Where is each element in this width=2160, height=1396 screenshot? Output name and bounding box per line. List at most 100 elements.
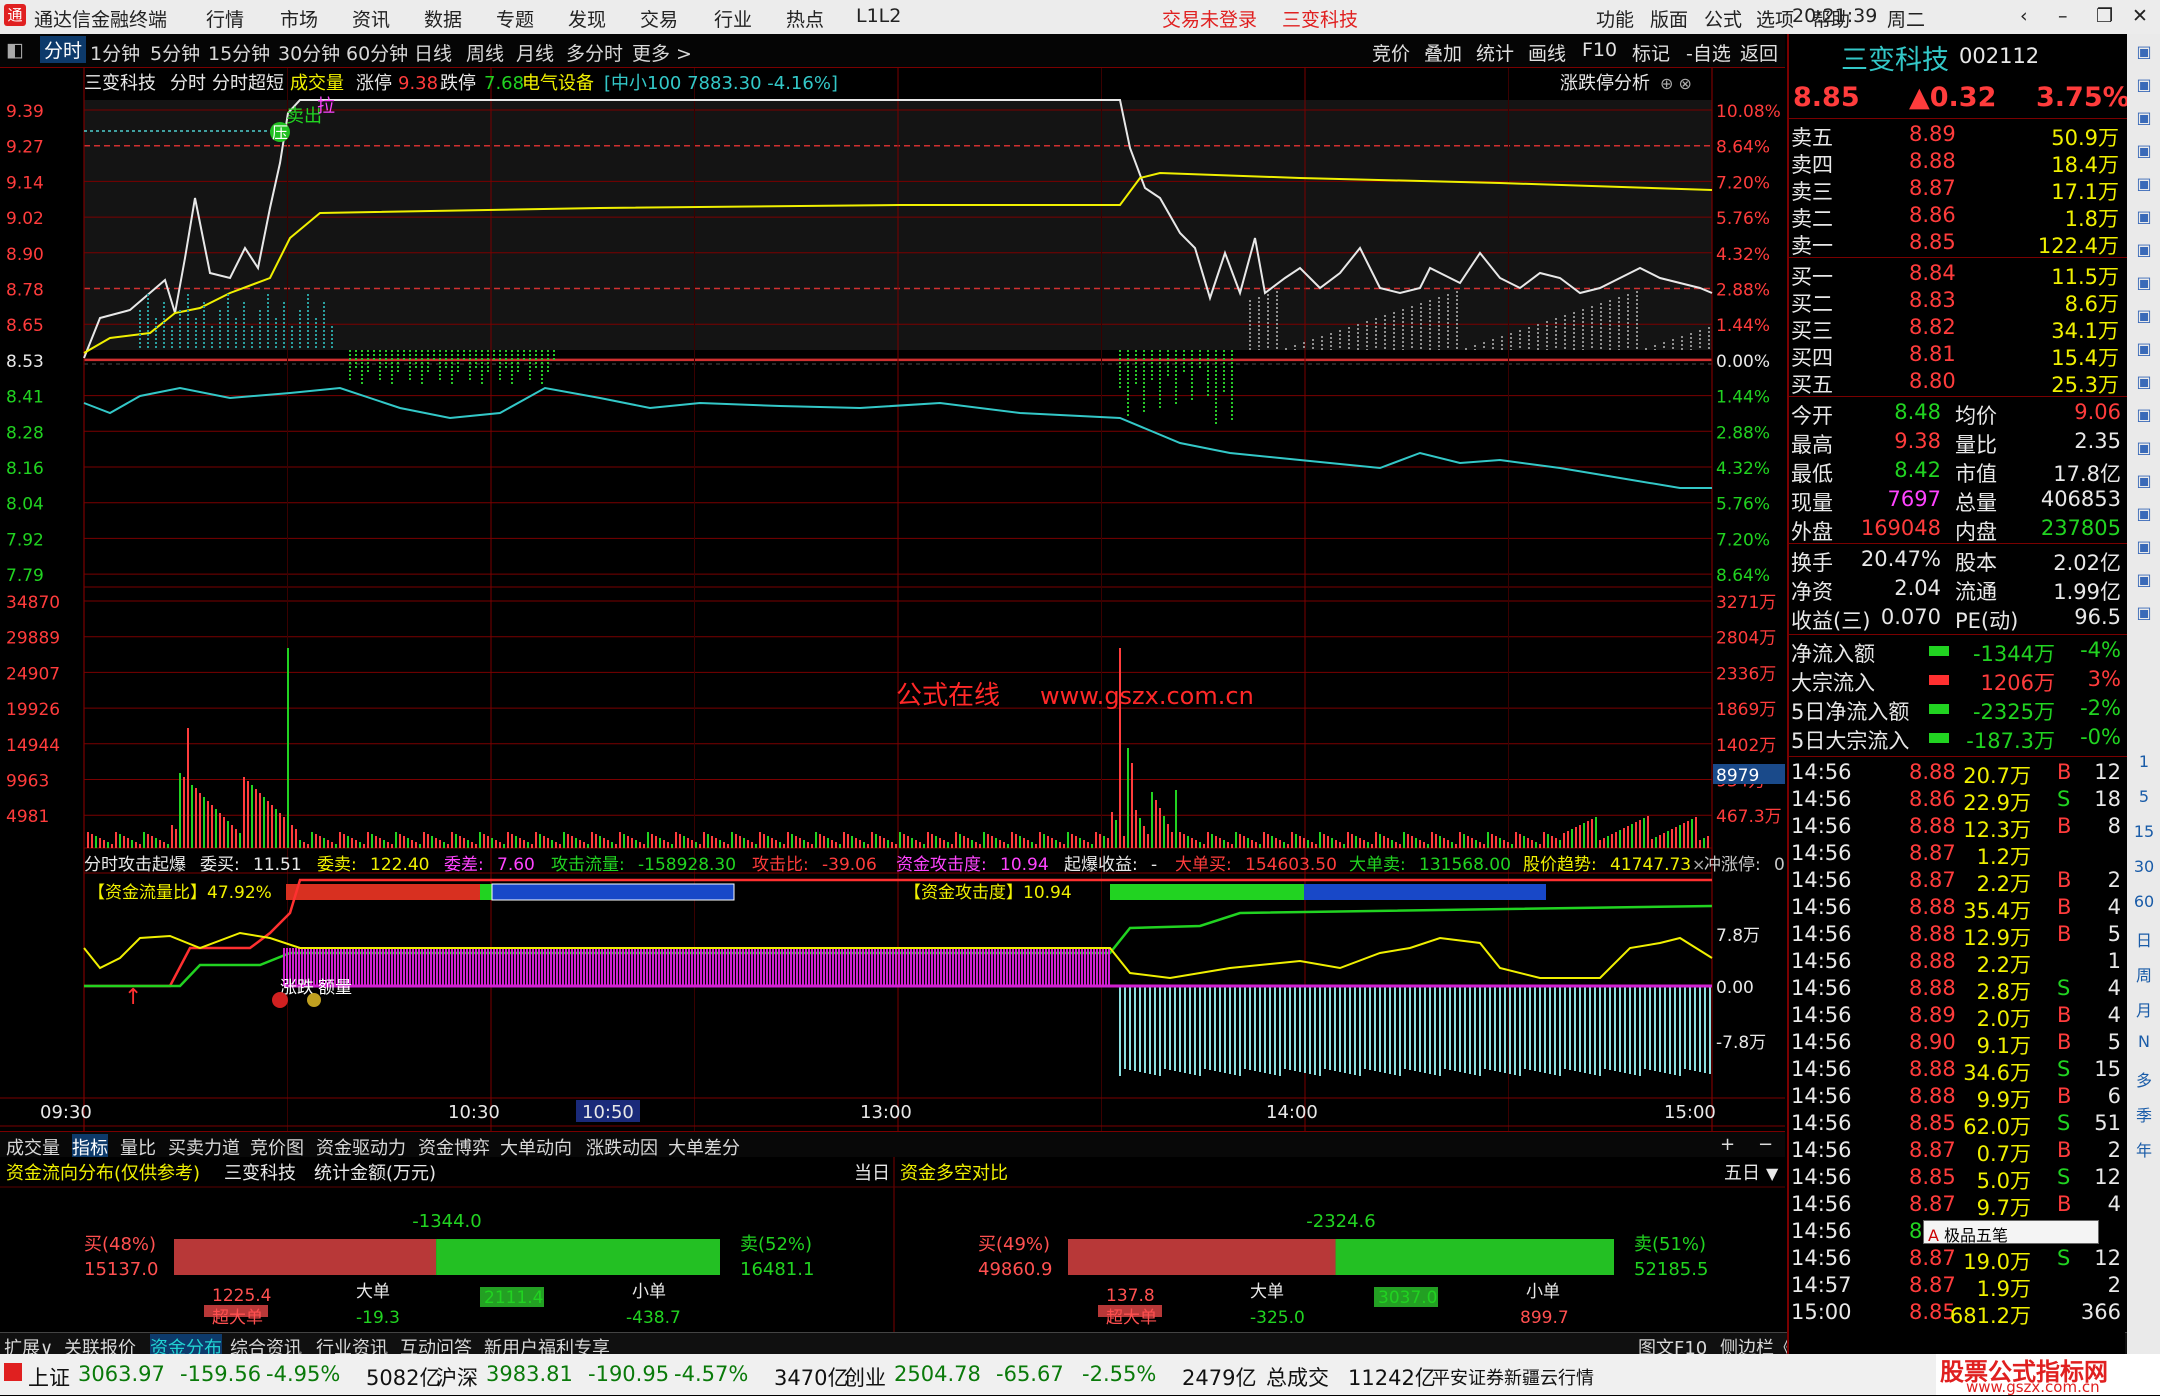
side-tool-icon[interactable]: ▣ [2132,141,2156,160]
period-tab-5[interactable]: 60分钟 [346,39,408,66]
side-tool-icon[interactable]: ▣ [2132,504,2156,523]
minimize-icon[interactable]: – [2058,5,2068,27]
side-tool-icon[interactable]: ▣ [2132,108,2156,127]
side-tool-icon[interactable]: ▣ [2132,207,2156,226]
side-tool-icon[interactable]: ▣ [2132,75,2156,94]
side-period-8[interactable]: N [2132,1032,2156,1051]
tick-price: 8.85 [1909,1111,1956,1135]
attack-bar-blue [1304,884,1546,900]
side-period-1[interactable]: 5 [2132,787,2156,806]
side-tool-icon[interactable]: ▣ [2132,372,2156,391]
bid-label: 买三 [1791,319,1833,343]
side-period-10[interactable]: 季 [2132,1102,2156,1126]
indicator-value-10: 0.00 [1774,855,1785,875]
right-menu-2[interactable]: 公式 [1704,5,1742,32]
price-tick-left: 9.02 [6,209,44,229]
period-tab-2[interactable]: 5分钟 [150,39,200,66]
side-period-6[interactable]: 周 [2132,962,2156,986]
period-tab-1[interactable]: 1分钟 [90,39,140,66]
period-tab-6[interactable]: 日线 [414,39,452,66]
tick-row-16: 14:56 8.87 9.7万 B 4 [1789,1192,2127,1220]
right-menu-4[interactable]: 帮助 [1812,5,1850,32]
ime-popup[interactable]: A 极品五笔 [1923,1220,2099,1245]
side-tool-icon[interactable]: ▣ [2132,405,2156,424]
side-tool-icon[interactable]: ▣ [2132,339,2156,358]
indicator-axis: 0.00 [1716,978,1754,998]
side-tool-icon[interactable]: ▣ [2132,273,2156,292]
close-icon[interactable]: ✕ [2132,5,2148,27]
tick-row-18: 14:56 8.87 19.0万 S 12 [1789,1246,2127,1274]
side-period-0[interactable]: 1 [2132,752,2156,771]
side-period-7[interactable]: 月 [2132,997,2156,1021]
menu-9[interactable]: L1L2 [856,5,901,27]
ask-volume: 122.4万 [2037,234,2119,258]
period-tab-3[interactable]: 15分钟 [208,39,270,66]
period-tab-0[interactable]: 分时 [40,36,87,63]
right-menu-0[interactable]: 功能 [1596,5,1634,32]
side-tool-icon[interactable]: ▣ [2132,537,2156,556]
toolbar-btn-0[interactable]: 竞价 [1372,39,1410,66]
side-period-11[interactable]: 年 [2132,1137,2156,1161]
period-tab-8[interactable]: 月线 [516,39,554,66]
price-tick-right: 8.64% [1716,138,1770,158]
toolbar-btn-4[interactable]: F10 [1582,39,1617,61]
tick-volume: 2.2万 [1976,953,2031,977]
toolbar-btn-5[interactable]: 标记 [1632,39,1670,66]
menu-1[interactable]: 市场 [280,5,318,32]
intraday-chart[interactable]: 9.39 10.08% 9.27 8.64% 9.14 7.20% 9.02 5.76% 8.9… [0,68,1785,1131]
menu-4[interactable]: 专题 [496,5,534,32]
side-tool-icon[interactable]: ▣ [2132,471,2156,490]
menu-0[interactable]: 行情 [206,5,244,32]
menu-2[interactable]: 资讯 [352,5,390,32]
side-tool-icon[interactable]: ▣ [2132,174,2156,193]
period-tab-10[interactable]: 更多 > [632,39,692,66]
bid-label: 买五 [1791,373,1833,397]
menu-3[interactable]: 数据 [424,5,462,32]
side-period-2[interactable]: 15 [2132,822,2156,841]
menu-5[interactable]: 发现 [568,5,606,32]
right-menu-1[interactable]: 版面 [1650,5,1688,32]
flow-bar-blue [491,883,735,901]
side-tool-icon[interactable]: ▣ [2132,570,2156,589]
tick-volume: 12.9万 [1963,926,2031,950]
bid-volume: 25.3万 [2051,373,2119,397]
side-period-4[interactable]: 60 [2132,892,2156,911]
menu-7[interactable]: 行业 [714,5,752,32]
zoom-out-icon[interactable]: − [1758,1134,1773,1155]
tick-time: 14:56 [1791,868,1852,892]
toolbar-btn-6[interactable]: -自选 [1686,39,1731,66]
side-tool-icon[interactable]: ▣ [2132,438,2156,457]
toolbar-btn-1[interactable]: 叠加 [1424,39,1462,66]
zoom-in-icon[interactable]: + [1720,1134,1735,1155]
restore-icon[interactable]: ❐ [2096,5,2113,27]
period-tab-4[interactable]: 30分钟 [278,39,340,66]
side-period-3[interactable]: 30 [2132,857,2156,876]
menu-8[interactable]: 热点 [786,5,824,32]
tick-volume: 19.0万 [1963,1250,2031,1274]
stat-row-7: 收益(三) 0.070 PE(动) 96.5 [1789,605,2127,633]
volume-tick-left: 4981 [6,807,49,827]
trade-status[interactable]: 交易未登录 [1162,5,1257,32]
toolbar-btn-3[interactable]: 画线 [1528,39,1566,66]
toolbar-btn-2[interactable]: 统计 [1476,39,1514,66]
stat-value2: 9.06 [2074,400,2121,424]
side-period-5[interactable]: 日 [2132,927,2156,951]
price-tick-left: 7.92 [6,530,44,550]
side-period-9[interactable]: 多 [2132,1067,2156,1091]
period-tab-9[interactable]: 多分时 [566,39,623,66]
right-menu-3[interactable]: 选项 [1756,5,1794,32]
flow_panel-small-label: 小单 [632,1282,666,1302]
tick-row-20: 15:00 8.85 681.2万 366 [1789,1300,2127,1328]
panel-toggle-icon[interactable]: ◧ [6,39,24,61]
side-tool-icon[interactable]: ▣ [2132,603,2156,622]
side-tool-icon[interactable]: ▣ [2132,240,2156,259]
price-tick-right: 7.20% [1716,173,1770,193]
indicator-label-1: 委卖: [317,855,357,875]
side-tool-icon[interactable]: ▣ [2132,306,2156,325]
menu-6[interactable]: 交易 [640,5,678,32]
period-tab-7[interactable]: 周线 [466,39,504,66]
back-icon[interactable]: ‹ [2020,5,2028,27]
price-tick-left: 8.53 [6,352,44,372]
toolbar-btn-7[interactable]: 返回 [1740,39,1778,66]
side-tool-icon[interactable]: ▣ [2132,42,2156,61]
